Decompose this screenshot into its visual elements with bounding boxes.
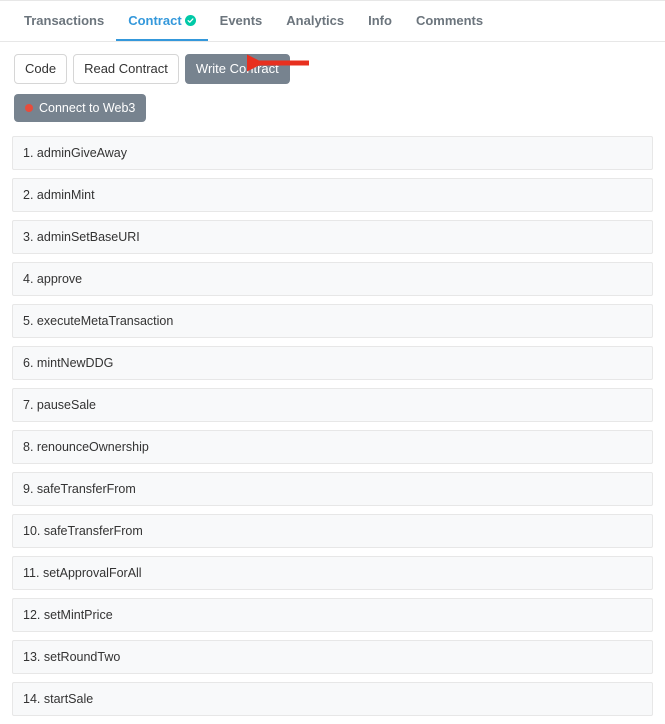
fn-name: startSale — [44, 692, 93, 706]
tab-contract[interactable]: Contract — [116, 1, 207, 41]
verified-check-icon — [185, 15, 196, 26]
fn-name: safeTransferFrom — [44, 524, 143, 538]
write-contract-button[interactable]: Write Contract — [185, 54, 290, 84]
fn-index: 12. — [23, 608, 40, 622]
function-row[interactable]: 10. safeTransferFrom — [12, 514, 653, 548]
fn-index: 4. — [23, 272, 33, 286]
write-functions-list: 1. adminGiveAway 2. adminMint 3. adminSe… — [0, 136, 665, 716]
fn-index: 14. — [23, 692, 40, 706]
tab-label: Contract — [128, 13, 181, 28]
fn-index: 3. — [23, 230, 33, 244]
connect-label: Connect to Web3 — [39, 101, 135, 115]
tab-label: Comments — [416, 13, 483, 28]
connect-section: Connect to Web3 — [0, 94, 665, 136]
fn-name: mintNewDDG — [37, 356, 113, 370]
fn-index: 5. — [23, 314, 33, 328]
function-row[interactable]: 9. safeTransferFrom — [12, 472, 653, 506]
function-row[interactable]: 4. approve — [12, 262, 653, 296]
fn-index: 9. — [23, 482, 33, 496]
function-row[interactable]: 6. mintNewDDG — [12, 346, 653, 380]
tab-events[interactable]: Events — [208, 1, 275, 41]
fn-name: setRoundTwo — [44, 650, 120, 664]
function-row[interactable]: 1. adminGiveAway — [12, 136, 653, 170]
function-row[interactable]: 12. setMintPrice — [12, 598, 653, 632]
fn-name: adminSetBaseURI — [37, 230, 140, 244]
fn-name: approve — [37, 272, 82, 286]
function-row[interactable]: 11. setApprovalForAll — [12, 556, 653, 590]
function-row[interactable]: 3. adminSetBaseURI — [12, 220, 653, 254]
fn-index: 2. — [23, 188, 33, 202]
tab-label: Transactions — [24, 13, 104, 28]
fn-index: 6. — [23, 356, 33, 370]
fn-name: pauseSale — [37, 398, 96, 412]
function-row[interactable]: 7. pauseSale — [12, 388, 653, 422]
function-row[interactable]: 8. renounceOwnership — [12, 430, 653, 464]
fn-name: setMintPrice — [44, 608, 113, 622]
tab-label: Analytics — [286, 13, 344, 28]
tab-info[interactable]: Info — [356, 1, 404, 41]
fn-name: renounceOwnership — [37, 440, 149, 454]
fn-name: adminGiveAway — [37, 146, 127, 160]
tab-analytics[interactable]: Analytics — [274, 1, 356, 41]
connect-web3-button[interactable]: Connect to Web3 — [14, 94, 146, 122]
main-tabs: Transactions Contract Events Analytics I… — [0, 0, 665, 42]
tab-label: Info — [368, 13, 392, 28]
code-button[interactable]: Code — [14, 54, 67, 84]
tab-label: Events — [220, 13, 263, 28]
tab-transactions[interactable]: Transactions — [12, 1, 116, 41]
function-row[interactable]: 2. adminMint — [12, 178, 653, 212]
status-dot-icon — [25, 104, 33, 112]
read-contract-button[interactable]: Read Contract — [73, 54, 179, 84]
fn-index: 11. — [23, 566, 39, 580]
fn-name: executeMetaTransaction — [37, 314, 173, 328]
fn-name: setApprovalForAll — [43, 566, 142, 580]
function-row[interactable]: 5. executeMetaTransaction — [12, 304, 653, 338]
fn-name: safeTransferFrom — [37, 482, 136, 496]
function-row[interactable]: 13. setRoundTwo — [12, 640, 653, 674]
fn-index: 1. — [23, 146, 33, 160]
contract-sub-tabs: Code Read Contract Write Contract — [0, 42, 665, 94]
fn-name: adminMint — [37, 188, 95, 202]
fn-index: 13. — [23, 650, 40, 664]
fn-index: 10. — [23, 524, 40, 538]
fn-index: 8. — [23, 440, 33, 454]
tab-comments[interactable]: Comments — [404, 1, 495, 41]
function-row[interactable]: 14. startSale — [12, 682, 653, 716]
fn-index: 7. — [23, 398, 33, 412]
